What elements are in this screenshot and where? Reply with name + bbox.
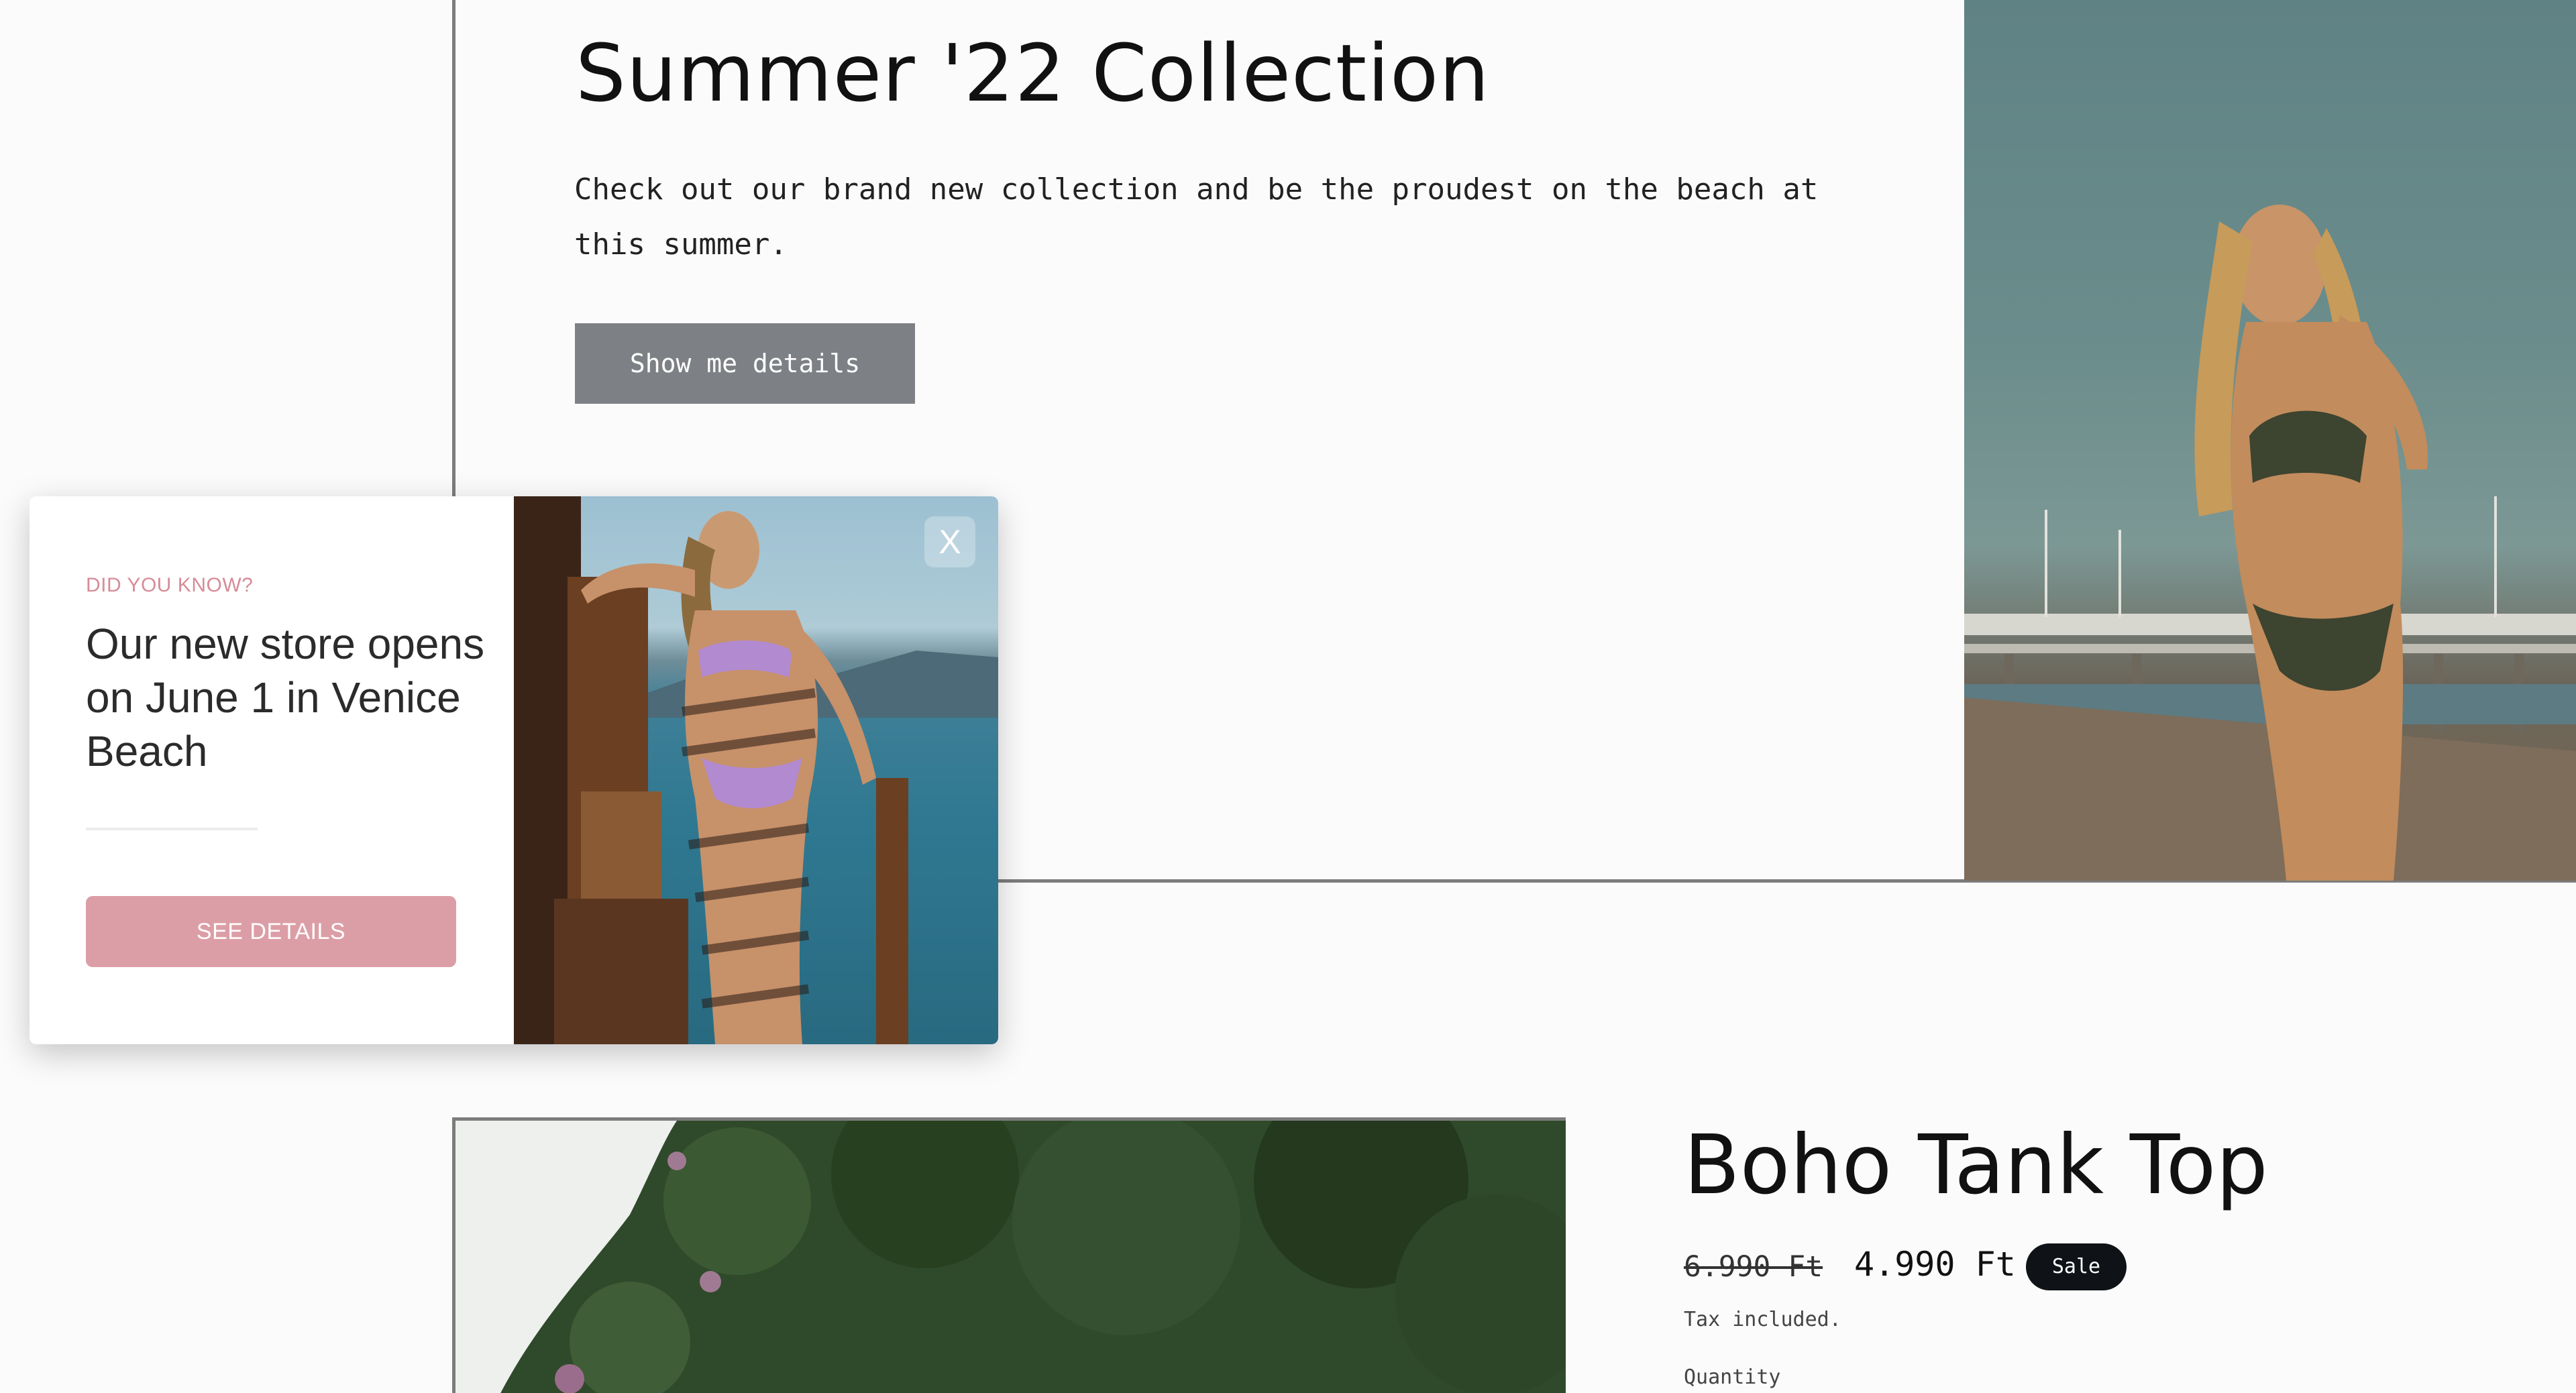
popup-photo [514,496,998,1044]
popup-divider [86,828,258,830]
promo-popup: DID YOU KNOW? Our new store opens on Jun… [30,496,998,1044]
price-sale: 4.990 Ft [1854,1245,2016,1284]
price-original: 6.990 Ft [1684,1250,1823,1284]
collection-description: Check out our brand new collection and b… [574,172,1819,262]
page: Summer '22 Collection Check out our bran… [0,0,2576,1393]
product-title: Boho Tank Top [1684,1117,2268,1213]
quantity-label: Quantity [1684,1366,1781,1389]
close-icon[interactable]: X [924,516,975,567]
popup-eyebrow: DID YOU KNOW? [86,574,254,596]
popup-headline: Our new store opens on June 1 in Venice … [86,620,485,775]
product-image [452,1117,1566,1393]
collection-title: Summer '22 Collection [576,27,1490,119]
see-details-button[interactable]: SEE DETAILS [86,896,456,967]
popup-photo-art [514,496,998,1044]
tax-note: Tax included. [1684,1308,1841,1331]
collection-photo-art [1964,205,2576,881]
show-details-button[interactable]: Show me details [575,323,915,404]
product-image-art [455,1121,1566,1393]
sale-badge: Sale [2026,1243,2127,1290]
collection-photo [1964,0,2576,881]
